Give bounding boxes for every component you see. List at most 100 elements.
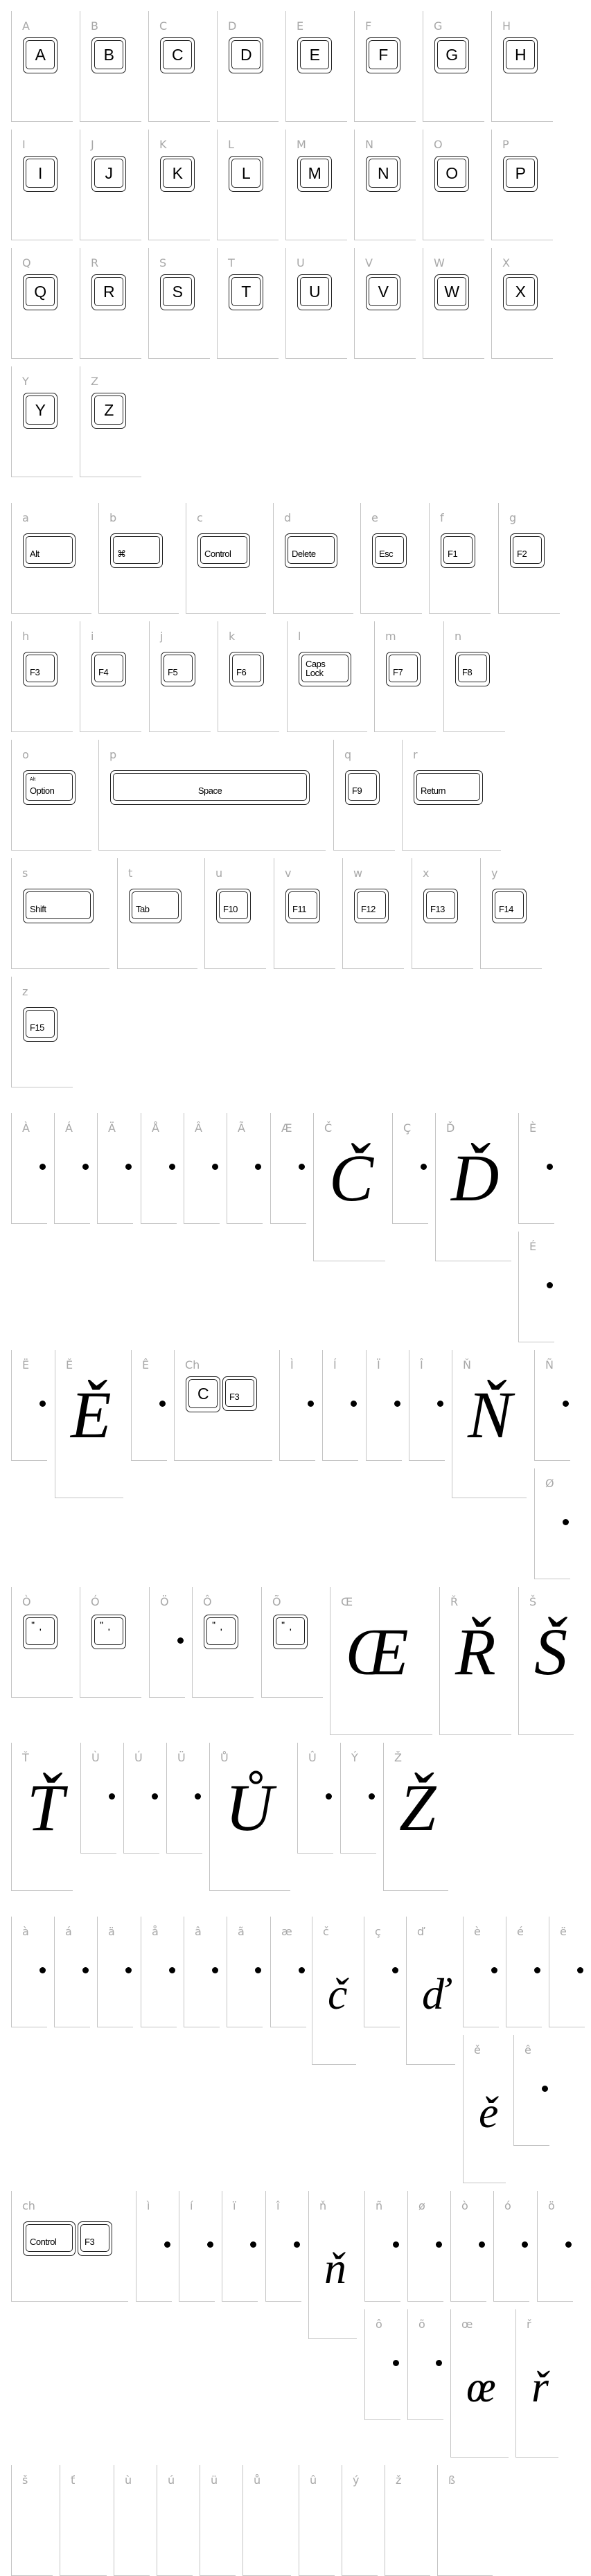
glyph-cell: ŇŇ — [452, 1350, 527, 1498]
glyph-cell: ç — [364, 1917, 400, 2027]
alt-key-glyph: Alt — [23, 533, 76, 568]
glyph-cell: UU — [285, 248, 347, 359]
glyph-cell-label: ě — [474, 2043, 481, 2057]
f-key-glyph: F — [366, 37, 400, 73]
glyph-cell-label: s — [22, 867, 28, 880]
glyph-cell: Ch C F3 — [174, 1350, 272, 1461]
glyph-cell-label: R — [91, 256, 99, 269]
glyph-cell: r Return — [402, 740, 501, 851]
bullet-glyph — [542, 2086, 548, 2092]
glyph-cell: à — [11, 1917, 47, 2027]
double-quote-mark: " — [212, 1621, 216, 1629]
glyph-cell-label: Ö — [160, 1595, 169, 1608]
glyph-cell-label: Ň — [463, 1358, 471, 1371]
glyph-cell-label: í — [190, 2199, 193, 2212]
glyph-cell-label: Û — [308, 1751, 317, 1764]
glyph-cell: QQ — [11, 248, 73, 359]
glyph-cell-label: Ř — [450, 1595, 459, 1608]
glyph-cell-label: Č — [324, 1121, 333, 1135]
glyph-cell: TT — [217, 248, 279, 359]
glyph-cell: GG — [423, 11, 484, 122]
glyph-cell-label: M — [297, 138, 306, 151]
glyph-cell-label: b — [109, 511, 117, 524]
k-key-glyph: K — [160, 156, 195, 192]
glyph-cell-label: o — [22, 748, 29, 761]
bullet-glyph — [159, 1401, 166, 1407]
glyph-cell: ŽŽ — [383, 1743, 448, 1891]
glyph-cell: LL — [217, 130, 279, 240]
glyph-cell-label: f — [440, 511, 444, 524]
glyph-cell: i F4 — [80, 621, 141, 732]
glyph-cell-label: ë — [560, 1925, 567, 1938]
key-label: T — [241, 283, 251, 301]
i-key-glyph: I — [23, 156, 58, 192]
bullet-glyph — [164, 2241, 170, 2248]
m-key-glyph: M — [297, 156, 332, 192]
glyph-cell: Ç — [392, 1113, 428, 1224]
glyph-cell: g F2 — [498, 503, 560, 614]
bullet-glyph — [125, 1967, 132, 1973]
glyph-cell: e Esc — [360, 503, 422, 614]
glyph-cell-label: å — [152, 1925, 159, 1938]
glyph-cell-label: N — [365, 138, 373, 151]
glyph-cell-label: C — [159, 19, 168, 33]
glyph-cell: é — [506, 1917, 542, 2027]
glyph-cell-label: š — [22, 2473, 28, 2487]
glyph-cell-label: Ò — [22, 1595, 31, 1608]
script-glyph: Ď — [451, 1141, 500, 1215]
glyph-cell: ô — [364, 2309, 400, 2420]
quote-key-glyph: " ' — [204, 1615, 238, 1649]
option-key-glyph: Alt Option — [23, 770, 76, 805]
glyph-cell-label: z — [22, 985, 28, 998]
glyph-cell: ù — [114, 2465, 150, 2576]
script-glyph: ď — [422, 1969, 449, 2018]
u-key-glyph: U — [297, 274, 332, 310]
glyph-cell: Æ — [270, 1113, 306, 1224]
glyph-cell: å — [141, 1917, 177, 2027]
f9-key-glyph: F9 — [345, 770, 380, 805]
glyph-cell-label: Ó — [91, 1595, 100, 1608]
glyph-cell: Ù — [80, 1743, 116, 1854]
glyph-cell: Ê — [131, 1350, 167, 1461]
glyph-cell: Â — [184, 1113, 220, 1224]
glyph-cell-label: Ě — [66, 1358, 73, 1371]
glyph-cell: o Alt Option — [11, 740, 91, 851]
f2-key-glyph: F2 — [510, 533, 545, 568]
bullet-glyph — [195, 1793, 201, 1800]
glyph-cell-label: T — [228, 256, 235, 269]
glyph-cell: ZZ — [80, 366, 141, 477]
bullet-glyph — [169, 1164, 175, 1170]
key-label: Return — [421, 785, 446, 796]
glyph-cell-label: č — [323, 1925, 329, 1938]
glyph-cell: ï — [222, 2191, 258, 2302]
glyph-cell-label: h — [22, 630, 30, 643]
key-label: L — [241, 164, 251, 182]
double-quote-mark: " — [100, 1621, 104, 1629]
key-label: F5 — [168, 667, 178, 677]
n-key-glyph: N — [366, 156, 400, 192]
glyph-cell: ì — [136, 2191, 172, 2302]
glyph-cell: ã — [227, 1917, 263, 2027]
glyph-cell-label: ň — [319, 2199, 327, 2212]
key-label: Shift — [30, 904, 46, 914]
key-label: F2 — [517, 549, 527, 559]
glyph-cell: À — [11, 1113, 47, 1224]
glyph-cell-label: ô — [376, 2318, 382, 2331]
glyph-cell-label: ñ — [376, 2199, 383, 2212]
f11-key-glyph: F11 — [285, 889, 320, 923]
glyph-cell-label: ß — [448, 2473, 456, 2487]
glyph-cell-label: Ä — [108, 1121, 116, 1135]
glyph-cell-label: n — [455, 630, 462, 643]
glyph-cell: Ï — [366, 1350, 402, 1461]
glyph-cell-label: Õ — [272, 1595, 281, 1608]
f3-key-glyph: F3 — [78, 2221, 112, 2256]
glyph-cell: a Alt — [11, 503, 91, 614]
glyph-cell-label: G — [434, 19, 443, 33]
script-glyph: Š — [534, 1615, 567, 1689]
bullet-glyph — [212, 1967, 218, 1973]
glyph-cell: DD — [217, 11, 279, 122]
glyph-cell-label: ch — [22, 2199, 35, 2212]
single-quote-mark: ' — [108, 1628, 110, 1636]
glyph-cell-label: D — [228, 19, 237, 33]
glyph-cell: ČČ — [313, 1113, 385, 1261]
